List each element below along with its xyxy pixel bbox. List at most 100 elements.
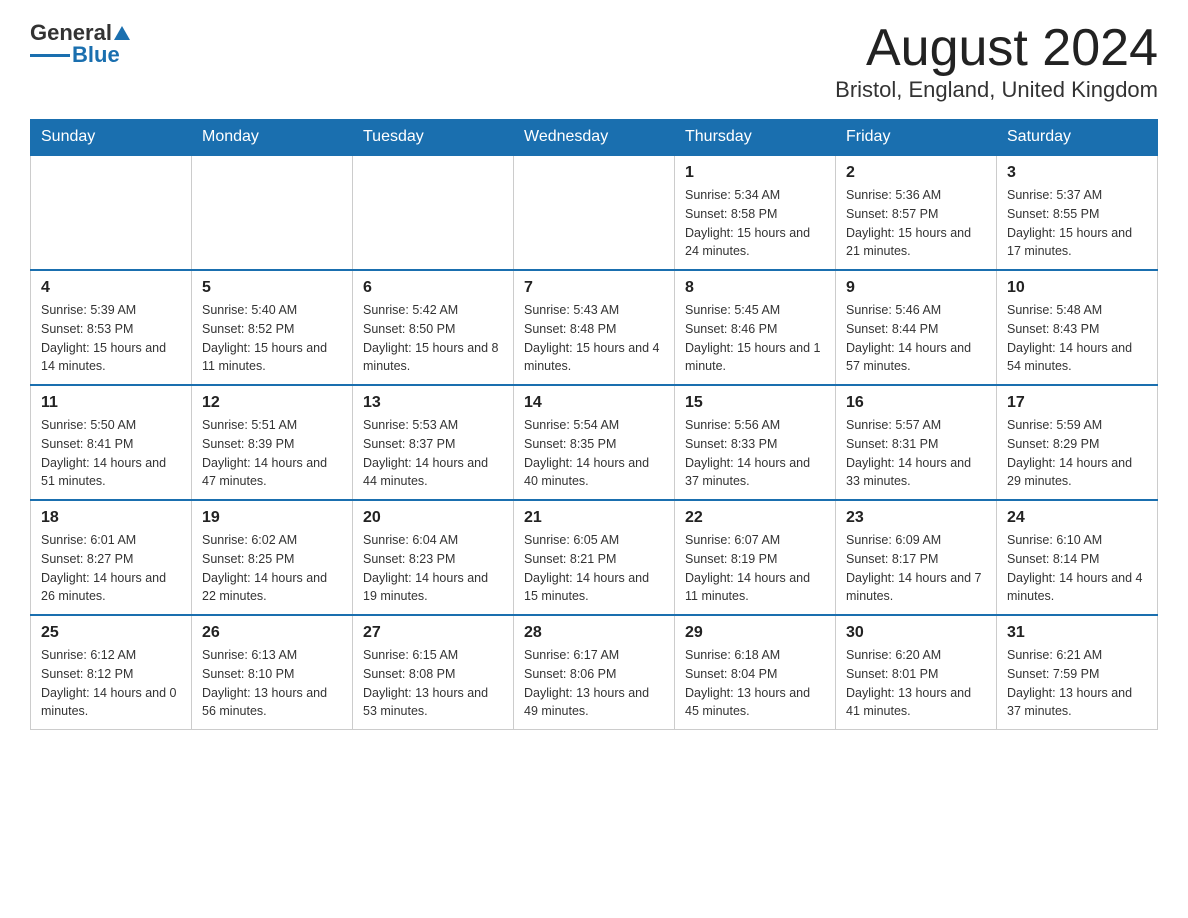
day-info: Sunrise: 6:05 AMSunset: 8:21 PMDaylight:… bbox=[524, 531, 664, 606]
day-cell-23: 23 Sunrise: 6:09 AMSunset: 8:17 PMDayligh… bbox=[836, 500, 997, 615]
day-number: 30 bbox=[846, 624, 986, 642]
day-number: 29 bbox=[685, 624, 825, 642]
day-info: Sunrise: 5:37 AMSunset: 8:55 PMDaylight:… bbox=[1007, 186, 1147, 261]
day-cell-27: 27 Sunrise: 6:15 AMSunset: 8:08 PMDayligh… bbox=[353, 615, 514, 730]
day-info: Sunrise: 5:39 AMSunset: 8:53 PMDaylight:… bbox=[41, 301, 181, 376]
day-info: Sunrise: 5:46 AMSunset: 8:44 PMDaylight:… bbox=[846, 301, 986, 376]
day-cell-4: 4 Sunrise: 5:39 AMSunset: 8:53 PMDaylight… bbox=[31, 270, 192, 385]
day-cell-empty bbox=[353, 155, 514, 270]
day-number: 9 bbox=[846, 279, 986, 297]
day-info: Sunrise: 5:42 AMSunset: 8:50 PMDaylight:… bbox=[363, 301, 503, 376]
day-info: Sunrise: 5:57 AMSunset: 8:31 PMDaylight:… bbox=[846, 416, 986, 491]
day-cell-28: 28 Sunrise: 6:17 AMSunset: 8:06 PMDayligh… bbox=[514, 615, 675, 730]
day-number: 1 bbox=[685, 164, 825, 182]
col-sunday: Sunday bbox=[31, 120, 192, 156]
day-number: 10 bbox=[1007, 279, 1147, 297]
day-info: Sunrise: 5:45 AMSunset: 8:46 PMDaylight:… bbox=[685, 301, 825, 376]
week-row-4: 18 Sunrise: 6:01 AMSunset: 8:27 PMDayligh… bbox=[31, 500, 1158, 615]
day-cell-12: 12 Sunrise: 5:51 AMSunset: 8:39 PMDayligh… bbox=[192, 385, 353, 500]
day-number: 11 bbox=[41, 394, 181, 412]
day-info: Sunrise: 6:18 AMSunset: 8:04 PMDaylight:… bbox=[685, 646, 825, 721]
day-number: 25 bbox=[41, 624, 181, 642]
col-monday: Monday bbox=[192, 120, 353, 156]
day-cell-25: 25 Sunrise: 6:12 AMSunset: 8:12 PMDayligh… bbox=[31, 615, 192, 730]
week-row-5: 25 Sunrise: 6:12 AMSunset: 8:12 PMDayligh… bbox=[31, 615, 1158, 730]
day-info: Sunrise: 6:20 AMSunset: 8:01 PMDaylight:… bbox=[846, 646, 986, 721]
day-cell-13: 13 Sunrise: 5:53 AMSunset: 8:37 PMDayligh… bbox=[353, 385, 514, 500]
day-info: Sunrise: 6:17 AMSunset: 8:06 PMDaylight:… bbox=[524, 646, 664, 721]
day-number: 27 bbox=[363, 624, 503, 642]
day-number: 6 bbox=[363, 279, 503, 297]
day-cell-5: 5 Sunrise: 5:40 AMSunset: 8:52 PMDaylight… bbox=[192, 270, 353, 385]
day-cell-8: 8Sunrise: 5:45 AMSunset: 8:46 PMDaylight… bbox=[675, 270, 836, 385]
day-number: 7 bbox=[524, 279, 664, 297]
day-number: 12 bbox=[202, 394, 342, 412]
col-thursday: Thursday bbox=[675, 120, 836, 156]
day-info: Sunrise: 5:53 AMSunset: 8:37 PMDaylight:… bbox=[363, 416, 503, 491]
logo-blue-text: Blue bbox=[72, 42, 120, 68]
day-info: Sunrise: 5:40 AMSunset: 8:52 PMDaylight:… bbox=[202, 301, 342, 376]
day-info: Sunrise: 6:15 AMSunset: 8:08 PMDaylight:… bbox=[363, 646, 503, 721]
day-info: Sunrise: 6:07 AMSunset: 8:19 PMDaylight:… bbox=[685, 531, 825, 606]
col-wednesday: Wednesday bbox=[514, 120, 675, 156]
day-cell-30: 30 Sunrise: 6:20 AMSunset: 8:01 PMDayligh… bbox=[836, 615, 997, 730]
day-number: 13 bbox=[363, 394, 503, 412]
month-title: August 2024 bbox=[835, 20, 1158, 77]
day-cell-18: 18 Sunrise: 6:01 AMSunset: 8:27 PMDayligh… bbox=[31, 500, 192, 615]
day-info: Sunrise: 6:12 AMSunset: 8:12 PMDaylight:… bbox=[41, 646, 181, 721]
week-row-3: 11 Sunrise: 5:50 AMSunset: 8:41 PMDayligh… bbox=[31, 385, 1158, 500]
day-info: Sunrise: 6:02 AMSunset: 8:25 PMDaylight:… bbox=[202, 531, 342, 606]
day-number: 19 bbox=[202, 509, 342, 527]
day-cell-3: 3 Sunrise: 5:37 AMSunset: 8:55 PMDaylight… bbox=[997, 155, 1158, 270]
day-number: 22 bbox=[685, 509, 825, 527]
day-cell-6: 6 Sunrise: 5:42 AMSunset: 8:50 PMDaylight… bbox=[353, 270, 514, 385]
day-info: Sunrise: 6:13 AMSunset: 8:10 PMDaylight:… bbox=[202, 646, 342, 721]
day-info: Sunrise: 6:04 AMSunset: 8:23 PMDaylight:… bbox=[363, 531, 503, 606]
day-cell-24: 24Sunrise: 6:10 AMSunset: 8:14 PMDayligh… bbox=[997, 500, 1158, 615]
day-cell-empty bbox=[192, 155, 353, 270]
day-cell-26: 26Sunrise: 6:13 AMSunset: 8:10 PMDayligh… bbox=[192, 615, 353, 730]
day-number: 17 bbox=[1007, 394, 1147, 412]
col-tuesday: Tuesday bbox=[353, 120, 514, 156]
day-number: 3 bbox=[1007, 164, 1147, 182]
day-number: 5 bbox=[202, 279, 342, 297]
day-info: Sunrise: 5:50 AMSunset: 8:41 PMDaylight:… bbox=[41, 416, 181, 491]
day-number: 16 bbox=[846, 394, 986, 412]
day-number: 18 bbox=[41, 509, 181, 527]
day-number: 21 bbox=[524, 509, 664, 527]
day-cell-21: 21 Sunrise: 6:05 AMSunset: 8:21 PMDayligh… bbox=[514, 500, 675, 615]
day-info: Sunrise: 5:51 AMSunset: 8:39 PMDaylight:… bbox=[202, 416, 342, 491]
page-header: General Blue August 2024 Bristol, Englan… bbox=[30, 20, 1158, 103]
day-number: 28 bbox=[524, 624, 664, 642]
day-info: Sunrise: 6:21 AMSunset: 7:59 PMDaylight:… bbox=[1007, 646, 1147, 721]
day-cell-empty bbox=[31, 155, 192, 270]
day-cell-empty bbox=[514, 155, 675, 270]
col-saturday: Saturday bbox=[997, 120, 1158, 156]
calendar-table: Sunday Monday Tuesday Wednesday Thursday… bbox=[30, 119, 1158, 730]
header-right: August 2024 Bristol, England, United Kin… bbox=[835, 20, 1158, 103]
day-cell-9: 9 Sunrise: 5:46 AMSunset: 8:44 PMDaylight… bbox=[836, 270, 997, 385]
day-info: Sunrise: 6:09 AMSunset: 8:17 PMDaylight:… bbox=[846, 531, 986, 606]
location-text: Bristol, England, United Kingdom bbox=[835, 77, 1158, 103]
day-cell-14: 14 Sunrise: 5:54 AMSunset: 8:35 PMDayligh… bbox=[514, 385, 675, 500]
day-info: Sunrise: 5:43 AMSunset: 8:48 PMDaylight:… bbox=[524, 301, 664, 376]
week-row-1: 1 Sunrise: 5:34 AMSunset: 8:58 PMDaylight… bbox=[31, 155, 1158, 270]
day-number: 31 bbox=[1007, 624, 1147, 642]
day-number: 14 bbox=[524, 394, 664, 412]
day-cell-20: 20 Sunrise: 6:04 AMSunset: 8:23 PMDayligh… bbox=[353, 500, 514, 615]
day-info: Sunrise: 6:01 AMSunset: 8:27 PMDaylight:… bbox=[41, 531, 181, 606]
day-number: 4 bbox=[41, 279, 181, 297]
day-info: Sunrise: 5:56 AMSunset: 8:33 PMDaylight:… bbox=[685, 416, 825, 491]
day-info: Sunrise: 5:48 AMSunset: 8:43 PMDaylight:… bbox=[1007, 301, 1147, 376]
day-number: 20 bbox=[363, 509, 503, 527]
day-cell-17: 17 Sunrise: 5:59 AMSunset: 8:29 PMDayligh… bbox=[997, 385, 1158, 500]
day-cell-10: 10 Sunrise: 5:48 AMSunset: 8:43 PMDayligh… bbox=[997, 270, 1158, 385]
day-number: 23 bbox=[846, 509, 986, 527]
day-info: Sunrise: 5:34 AMSunset: 8:58 PMDaylight:… bbox=[685, 186, 825, 261]
day-cell-7: 7 Sunrise: 5:43 AMSunset: 8:48 PMDaylight… bbox=[514, 270, 675, 385]
day-info: Sunrise: 5:54 AMSunset: 8:35 PMDaylight:… bbox=[524, 416, 664, 491]
day-cell-29: 29 Sunrise: 6:18 AMSunset: 8:04 PMDayligh… bbox=[675, 615, 836, 730]
week-row-2: 4 Sunrise: 5:39 AMSunset: 8:53 PMDaylight… bbox=[31, 270, 1158, 385]
day-info: Sunrise: 5:59 AMSunset: 8:29 PMDaylight:… bbox=[1007, 416, 1147, 491]
day-cell-19: 19 Sunrise: 6:02 AMSunset: 8:25 PMDayligh… bbox=[192, 500, 353, 615]
